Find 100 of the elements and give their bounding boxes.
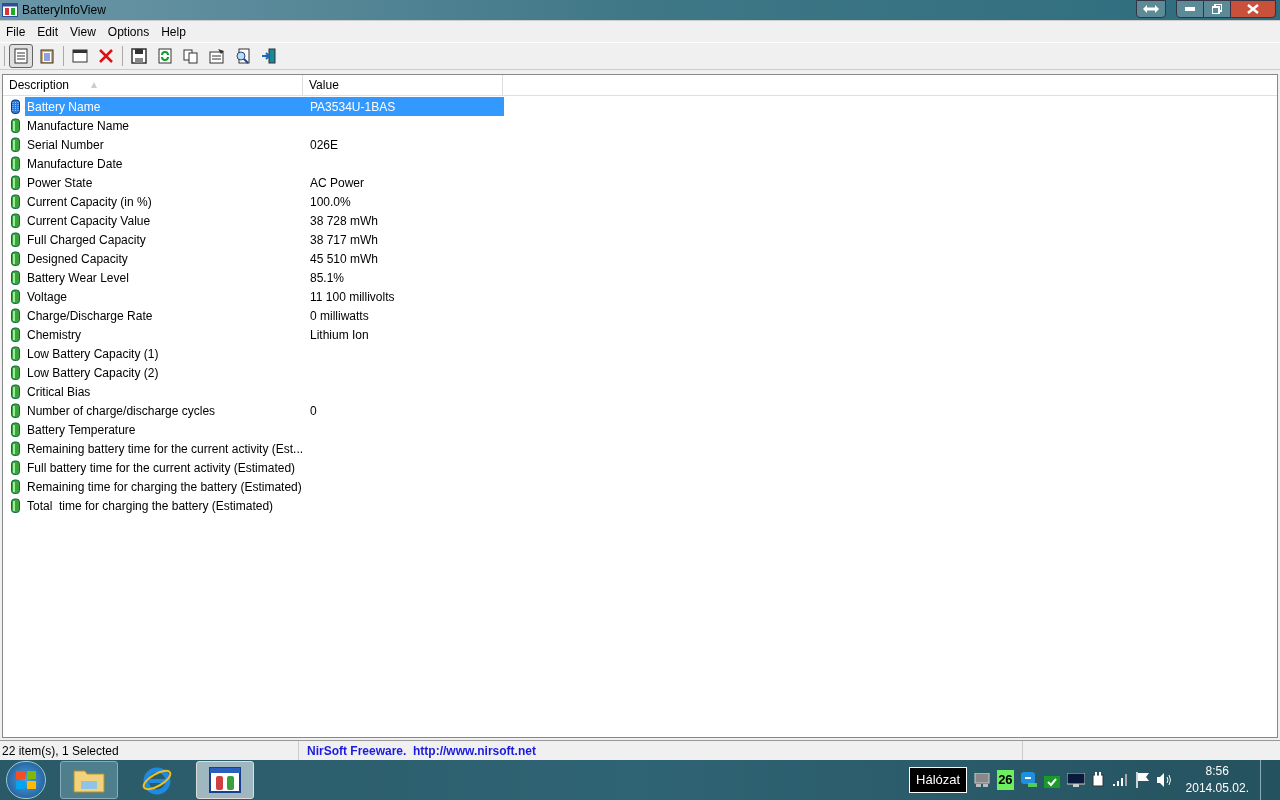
menu-item[interactable]: Options: [101, 22, 156, 41]
table-row[interactable]: Designed Capacity 45 510 mWh: [25, 249, 504, 268]
monitor-icon[interactable]: [974, 773, 991, 787]
battery-icon: [11, 403, 20, 418]
value-cell-text: 11 100 millivolts: [310, 288, 395, 306]
delete-icon: [98, 48, 114, 64]
description-cell-text: Chemistry: [26, 326, 82, 344]
battery-icon: [11, 346, 20, 361]
table-row[interactable]: Chemistry Lithium Ion: [25, 325, 504, 344]
battery-icon: [11, 99, 20, 114]
restore-icon: [1212, 4, 1222, 14]
description-cell-text: Manufacture Date: [26, 155, 124, 173]
clipboard-icon: [39, 48, 55, 64]
table-row[interactable]: Serial Number 026E: [25, 135, 504, 154]
battery-icon: [11, 289, 20, 304]
description-cell-text: Charge/Discharge Rate: [26, 307, 154, 325]
list-icon: [13, 48, 29, 64]
clock-date[interactable]: 2014.05.02.: [1185, 780, 1249, 797]
value-cell-text: 85.1%: [310, 269, 345, 287]
double-arrow-icon: [1143, 5, 1159, 13]
description-cell-text: Low Battery Capacity (1): [26, 345, 160, 363]
refresh-icon: [157, 48, 173, 64]
window-title: BatteryInfoView: [22, 2, 106, 19]
battery-icon: [11, 156, 20, 171]
value-cell-text: 0: [310, 402, 317, 420]
battery-icon: [11, 460, 20, 475]
menu-item[interactable]: Help: [155, 22, 192, 41]
sort-arrow-icon: [91, 82, 98, 88]
menu-item[interactable]: View: [64, 22, 102, 41]
display-icon[interactable]: [1066, 773, 1085, 787]
description-cell-text: Remaining battery time for the current activity (Est...: [26, 440, 305, 458]
table-row[interactable]: Remaining time for charging the battery (Estimated): [25, 477, 504, 496]
close-button[interactable]: [1230, 0, 1276, 18]
tooltip: Hálózat: [909, 767, 968, 793]
folder-icon: [73, 767, 105, 793]
description-cell-text: Power State: [26, 174, 94, 192]
table-row[interactable]: Charge/Discharge Rate 0 milliwatts: [25, 306, 504, 325]
description-cell-text: Battery Temperature: [26, 421, 137, 439]
table-row[interactable]: Voltage 11 100 millivolts: [25, 287, 504, 306]
menu-item[interactable]: File: [0, 22, 32, 41]
battery-icon: [11, 422, 20, 437]
find-icon: [235, 48, 251, 64]
credit-link[interactable]: NirSoft Freeware. http://www.nirsoft.net: [307, 741, 536, 760]
value-cell-text: 38 717 mWh: [310, 231, 379, 249]
table-row[interactable]: Critical Bias: [25, 382, 504, 401]
value-cell-text: 45 510 mWh: [310, 250, 379, 268]
e-logo-icon: [141, 765, 173, 795]
table-row[interactable]: Manufacture Date: [25, 154, 504, 173]
value-cell-text: 026E: [310, 136, 339, 154]
description-cell-text: Designed Capacity: [26, 250, 129, 268]
table-row[interactable]: Low Battery Capacity (1): [25, 344, 504, 363]
menu-item[interactable]: Edit: [31, 22, 65, 41]
description-cell-text: Critical Bias: [26, 383, 92, 401]
battery-icon: [11, 213, 20, 228]
value-cell-text: AC Power: [310, 174, 365, 192]
table-row[interactable]: Remaining battery time for the current activity (Est...: [25, 439, 504, 458]
copy-icon: [183, 48, 199, 64]
battery-icon: [11, 308, 20, 323]
table-row[interactable]: Number of charge/discharge cycles 0: [25, 401, 504, 420]
battery-icon: [11, 194, 20, 209]
battery-icon: [11, 479, 20, 494]
tray-badge[interactable]: 26: [997, 770, 1014, 790]
table-row[interactable]: Total time for charging the battery (Estimated): [25, 496, 504, 515]
table-row[interactable]: Current Capacity (in %) 100.0%: [25, 192, 504, 211]
power-plug-icon[interactable]: [1091, 772, 1106, 788]
description-cell-text: Current Capacity (in %): [26, 193, 153, 211]
clock-time[interactable]: 8:56: [1205, 763, 1229, 780]
restore-button[interactable]: [1204, 0, 1230, 18]
value-cell-text: PA3534U-1BAS: [310, 98, 396, 116]
chat-icon[interactable]: [1020, 772, 1037, 788]
toolbar-button[interactable]: [9, 44, 33, 68]
table-row[interactable]: Full battery time for the current activity (Estimated): [25, 458, 504, 477]
app-icon: [2, 3, 18, 17]
table-row[interactable]: Power State AC Power: [25, 173, 504, 192]
table-row[interactable]: Low Battery Capacity (2): [25, 363, 504, 382]
table-row[interactable]: Full Charged Capacity 38 717 mWh: [25, 230, 504, 249]
flag-icon[interactable]: [1135, 772, 1150, 788]
start-button[interactable]: [6, 761, 46, 799]
battery-icon: [11, 498, 20, 513]
description-cell-text: Voltage: [26, 288, 69, 306]
battery-icon: [11, 441, 20, 456]
description-cell-text: Total time for charging the battery (Estimated): [26, 497, 275, 515]
table-row[interactable]: Manufacture Name: [25, 116, 504, 135]
battery-icon: [11, 365, 20, 380]
speaker-icon[interactable]: [1156, 773, 1173, 787]
table-row[interactable]: Battery Wear Level 85.1%: [25, 268, 504, 287]
battery-icon: [11, 251, 20, 266]
description-cell-text: Manufacture Name: [26, 117, 131, 135]
battery-icon: [11, 175, 20, 190]
minimize-button[interactable]: [1176, 0, 1204, 18]
description-cell-text: Current Capacity Value: [26, 212, 152, 230]
window-icon: [72, 48, 88, 64]
value-cell-text: Lithium Ion: [310, 326, 369, 344]
batteries-window-icon: [209, 767, 241, 793]
table-row[interactable]: Current Capacity Value 38 728 mWh: [25, 211, 504, 230]
signal-bars-icon[interactable]: [1112, 774, 1129, 786]
table-row[interactable]: Battery Temperature: [25, 420, 504, 439]
value-cell-text: 38 728 mWh: [310, 212, 379, 230]
battery-icon: [11, 384, 20, 399]
resize-button[interactable]: [1136, 0, 1166, 18]
